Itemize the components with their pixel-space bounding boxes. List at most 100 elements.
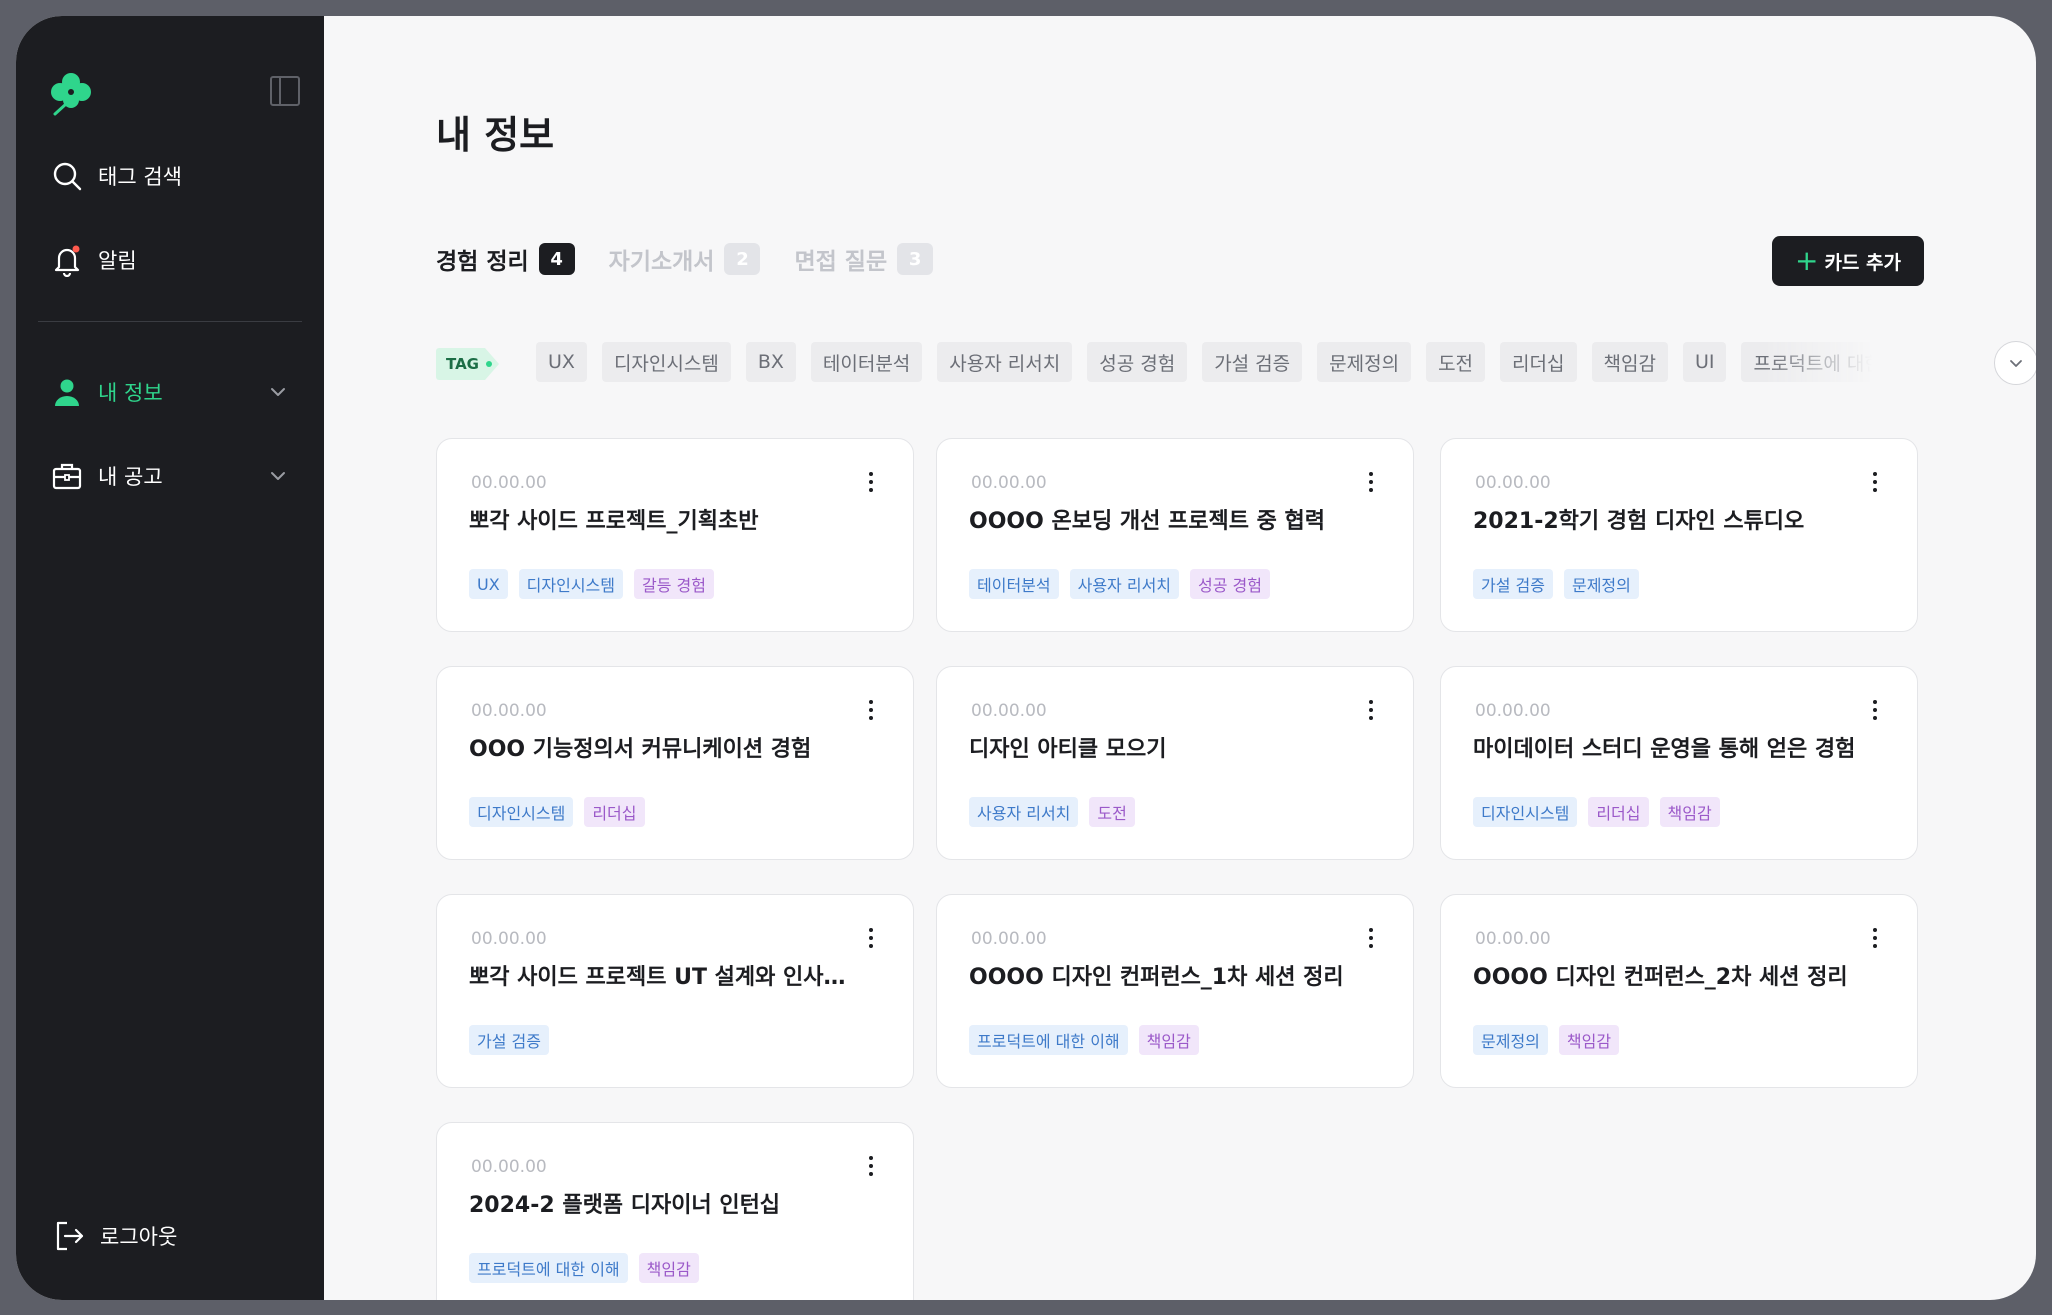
sidebar-item-label: 내 정보 (98, 381, 163, 405)
tab-label: 면접 질문 (794, 249, 888, 275)
filter-tag[interactable]: 성공 경험 (1087, 342, 1188, 382)
add-card-button[interactable]: + 카드 추가 (1772, 236, 1924, 286)
experience-card[interactable]: 00.00.00 마이데이터 스터디 운영을 통해 얻은 경험 디자인시스템 리더십 책… (1440, 666, 1918, 860)
more-options-icon[interactable] (859, 695, 883, 725)
card-tag-list: 가설 검증 문제정의 (1473, 569, 1650, 599)
experience-card[interactable]: 00.00.00 뽀각 사이드 프로젝트 UT 설계와 인사이트 도출가설 검증 (436, 894, 914, 1088)
experience-card[interactable]: 00.00.00 뽀각 사이드 프로젝트_기획초반 UX 디자인시스템 갈등 경험 (436, 438, 914, 632)
filter-tag[interactable]: UX (536, 342, 587, 382)
sidebar-item-label: 태그 검색 (98, 165, 182, 189)
briefcase-icon (50, 459, 84, 493)
card-tag: 테이터분석 (969, 569, 1059, 599)
tag-label-badge: TAG (436, 348, 500, 380)
card-date: 00.00.00 (1475, 473, 1551, 493)
card-tag: 책임감 (1659, 797, 1720, 827)
sidebar-item-my-postings[interactable]: 내 공고 (50, 456, 163, 496)
chevron-down-icon (2010, 359, 2022, 367)
experience-card[interactable]: 00.00.00 2024-2 플랫폼 디자이너 인턴십 프로덕트에 대한 이해 책임… (436, 1122, 914, 1300)
tab-label: 경험 정리 (436, 249, 529, 275)
filter-tag[interactable]: 가설 검증 (1202, 342, 1303, 382)
card-tag: 리더십 (584, 797, 645, 827)
sidebar: 태그 검색 알림 내 정보 내 공고 로그아웃 (16, 16, 324, 1300)
card-title: OOOO 온보딩 개선 프로젝트 중 협력 (969, 509, 1325, 534)
card-date: 00.00.00 (1475, 701, 1551, 721)
bell-icon (50, 243, 84, 277)
card-tag-list: 프로덕트에 대한 이해 책임감 (469, 1253, 710, 1283)
card-tag: 가설 검증 (469, 1025, 549, 1055)
filter-tag[interactable]: BX (745, 342, 796, 382)
page-title: 내 정보 (436, 113, 555, 157)
sidebar-item-notifications[interactable]: 알림 (50, 240, 137, 280)
filter-tag[interactable]: UI (1682, 342, 1727, 382)
logout-button[interactable]: 로그아웃 (52, 1216, 177, 1256)
card-date: 00.00.00 (471, 929, 547, 949)
card-title: OOOO 디자인 컨퍼런스_2차 세션 정리 (1473, 965, 1848, 990)
sidebar-item-my-info[interactable]: 내 정보 (50, 372, 163, 412)
card-title: 뽀각 사이드 프로젝트_기획초반 (469, 509, 759, 534)
tag-label-text: TAG (436, 348, 485, 380)
filter-tag[interactable]: 도전 (1426, 342, 1486, 382)
card-tag-list: 디자인시스템 리더십 (469, 797, 656, 827)
sidebar-toggle-icon[interactable] (270, 76, 300, 106)
filter-tag[interactable]: 테이터분석 (810, 342, 923, 382)
tab-interview-questions[interactable]: 면접 질문 3 (794, 242, 934, 276)
filter-tag[interactable]: 프로덕트에 대한 이해 (1741, 342, 1872, 382)
more-options-icon[interactable] (859, 923, 883, 953)
card-tag: 책임감 (1558, 1025, 1620, 1055)
more-options-icon[interactable] (1359, 695, 1383, 725)
card-date: 00.00.00 (471, 701, 547, 721)
card-tag: 가설 검증 (1473, 569, 1553, 599)
more-options-icon[interactable] (1359, 467, 1383, 497)
experience-card[interactable]: 00.00.00 OOOO 온보딩 개선 프로젝트 중 협력테이터분석 사용자 리서… (936, 438, 1414, 632)
tab-cover-letter[interactable]: 자기소개서 2 (609, 242, 761, 276)
experience-card[interactable]: 00.00.00 OOO 기능정의서 커뮤니케이션 경험 디자인시스템 리더십 (436, 666, 914, 860)
expand-tags-button[interactable] (1994, 341, 2036, 385)
card-date: 00.00.00 (971, 473, 1047, 493)
filter-tag[interactable]: 디자인시스템 (601, 342, 731, 382)
filter-tag[interactable]: 문제정의 (1317, 342, 1412, 382)
search-icon (50, 159, 84, 193)
more-options-icon[interactable] (1863, 923, 1887, 953)
experience-card[interactable]: 00.00.00 OOOO 디자인 컨퍼런스_2차 세션 정리 문제정의 책임감 (1440, 894, 1918, 1088)
card-tag: 사용자 리서치 (1069, 569, 1180, 599)
card-tag: 프로덕트에 대한 이해 (469, 1253, 628, 1283)
logout-icon (52, 1219, 86, 1253)
more-options-icon[interactable] (1359, 923, 1383, 953)
tab-count-badge: 3 (897, 243, 934, 275)
experience-card[interactable]: 00.00.00 OOOO 디자인 컨퍼런스_1차 세션 정리 프로덕트에 대한 이… (936, 894, 1414, 1088)
filter-tag[interactable]: 책임감 (1591, 342, 1668, 382)
tab-label: 자기소개서 (608, 249, 715, 275)
more-options-icon[interactable] (1863, 695, 1887, 725)
more-options-icon[interactable] (1863, 467, 1887, 497)
more-options-icon[interactable] (859, 467, 883, 497)
card-tag: 책임감 (638, 1253, 699, 1283)
tab-bar: 경험 정리 4 자기소개서 2 면접 질문 3 (436, 242, 967, 276)
card-tag: 사용자 리서치 (969, 797, 1079, 827)
card-tag: 디자인시스템 (469, 797, 574, 827)
tab-experience[interactable]: 경험 정리 4 (436, 242, 575, 276)
tag-filter-list: UX 디자인시스템 BX 테이터분석 사용자 리서치 성공 경험 가설 검증 문제정의 도전 리더… (536, 342, 1872, 384)
card-tag-list: 가설 검증 (469, 1025, 560, 1055)
filter-tag[interactable]: 사용자 리서치 (937, 342, 1073, 382)
tag-badge-dot (486, 361, 492, 367)
chevron-down-icon[interactable] (266, 380, 290, 404)
more-options-icon[interactable] (859, 1151, 883, 1181)
card-title: 마이데이터 스터디 운영을 통해 얻은 경험 (1473, 737, 1856, 762)
experience-card[interactable]: 00.00.00 디자인 아티클 모으기 사용자 리서치 도전 (936, 666, 1414, 860)
card-tag-list: UX 디자인시스템 갈등 경험 (469, 569, 725, 599)
card-tag: UX (469, 569, 508, 599)
plus-icon: + (1794, 244, 1819, 277)
filter-tag[interactable]: 리더십 (1500, 342, 1577, 382)
user-icon (50, 375, 84, 409)
experience-card[interactable]: 00.00.00 2021-2학기 경험 디자인 스튜디오 가설 검증 문제정의 (1440, 438, 1918, 632)
logo-icon[interactable] (46, 70, 96, 118)
chevron-down-icon[interactable] (266, 464, 290, 488)
card-tag: 프로덕트에 대한 이해 (969, 1025, 1128, 1055)
card-tag: 성공 경험 (1190, 569, 1270, 599)
card-tag: 책임감 (1138, 1025, 1199, 1055)
card-tag-list: 문제정의 책임감 (1473, 1025, 1630, 1055)
card-date: 00.00.00 (971, 929, 1047, 949)
sidebar-item-tag-search[interactable]: 태그 검색 (50, 156, 182, 196)
sidebar-divider (38, 321, 302, 322)
logout-label: 로그아웃 (100, 1225, 178, 1249)
